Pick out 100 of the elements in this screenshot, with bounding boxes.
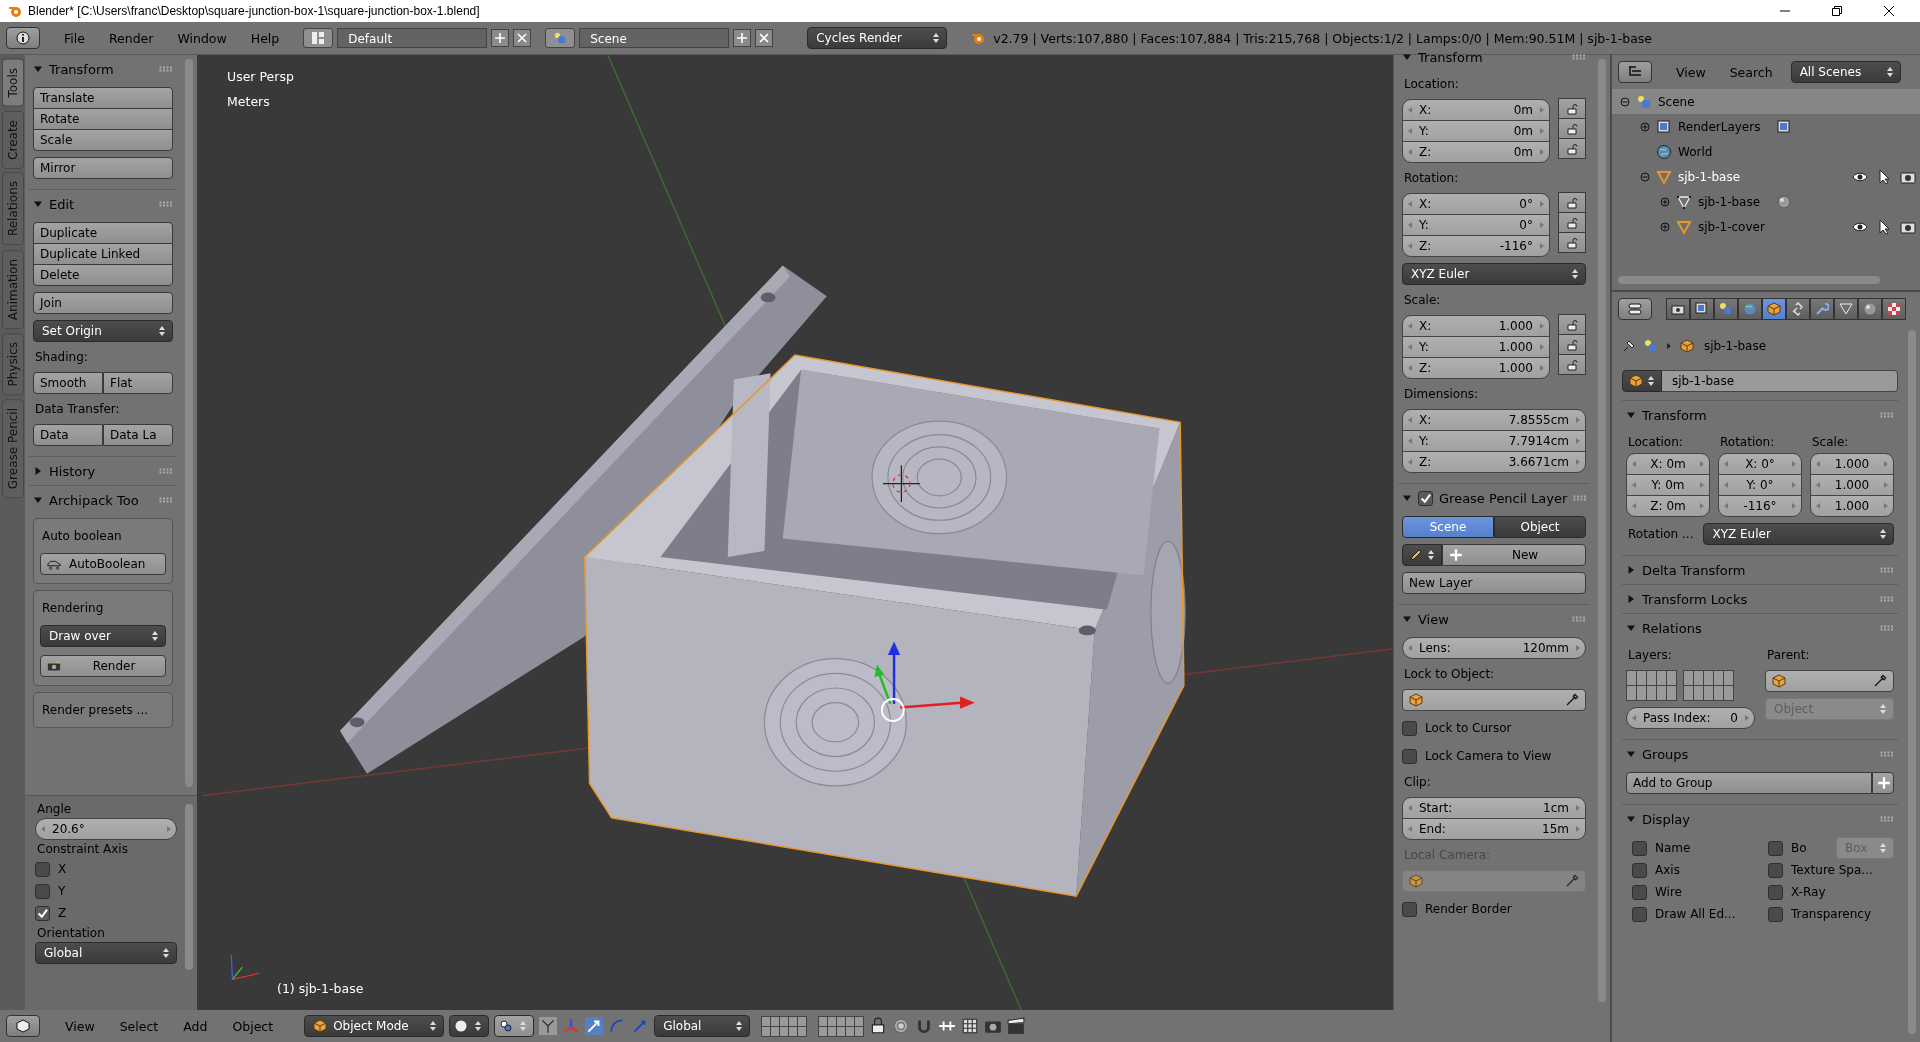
plus-icon[interactable]	[733, 29, 752, 47]
scrollbar[interactable]	[185, 804, 193, 970]
expand-toggle-icon[interactable]	[1660, 196, 1670, 207]
number-field[interactable]: 1.000	[1810, 474, 1894, 496]
disclosure-triangle-icon[interactable]	[1402, 493, 1412, 503]
properties-tab[interactable]	[1786, 298, 1810, 320]
checkbox-label[interactable]: Name	[1655, 841, 1691, 855]
number-field[interactable]: Y: 7.7914cm	[1402, 430, 1586, 452]
scrollbar[interactable]	[1598, 59, 1606, 1002]
properties-tab[interactable]	[1858, 298, 1882, 320]
disclosure-triangle-icon[interactable]	[1626, 623, 1636, 633]
panel-title[interactable]: Transform Locks	[1642, 591, 1874, 607]
add-button[interactable]	[1872, 772, 1894, 794]
add-to-group-button[interactable]: Add to Group	[1626, 772, 1872, 794]
checkbox[interactable]	[1418, 490, 1433, 506]
layer-grid[interactable]	[1683, 670, 1734, 701]
pin-icon[interactable]	[1622, 339, 1636, 353]
number-field[interactable]: Start: 1cm	[1402, 797, 1586, 819]
checkbox-label[interactable]: Wire	[1655, 885, 1682, 899]
number-field[interactable]: Y: 0°	[1718, 474, 1802, 496]
checkbox[interactable]	[1632, 840, 1647, 856]
tool-shelf-tab[interactable]: Create	[1, 110, 24, 169]
editor-type-button[interactable]	[6, 1015, 40, 1037]
panel-title[interactable]: Edit	[49, 196, 153, 212]
menu-item[interactable]: View	[55, 1018, 105, 1034]
number-field[interactable]: 1.000	[1810, 495, 1894, 517]
editor-type-button[interactable]	[1618, 61, 1652, 83]
render-button[interactable]: Render	[40, 655, 166, 677]
new-button[interactable]: New	[1442, 544, 1586, 566]
properties-tab[interactable]	[1738, 298, 1762, 320]
tool-shelf-tab[interactable]: Relations	[1, 172, 24, 246]
dropdown-menu[interactable]: XYZ Euler	[1703, 523, 1894, 545]
properties-tab[interactable]	[1882, 298, 1906, 320]
disclosure-triangle-icon[interactable]	[1402, 52, 1412, 62]
drag-grip-icon[interactable]	[159, 497, 173, 503]
lock-toggle[interactable]	[1558, 118, 1586, 139]
tool-button[interactable]: Flat	[103, 372, 173, 394]
drag-grip-icon[interactable]	[159, 201, 173, 207]
tool-button[interactable]: Data La	[103, 424, 173, 446]
drag-grip-icon[interactable]	[1572, 54, 1586, 60]
close-icon[interactable]	[513, 29, 532, 47]
checkbox-label[interactable]: X-Ray	[1791, 885, 1826, 899]
clapperboard-icon[interactable]	[1007, 1017, 1026, 1035]
scrollbar[interactable]	[185, 59, 193, 787]
material-sphere-icon[interactable]	[1776, 193, 1793, 210]
expand-toggle-icon[interactable]	[1620, 96, 1630, 107]
tool-button[interactable]: Data	[33, 424, 103, 446]
outliner-item-name[interactable]: sjb-1-base	[1678, 169, 1741, 184]
disclosure-triangle-icon[interactable]	[33, 64, 43, 74]
panel-title[interactable]: Groups	[1642, 746, 1874, 762]
checkbox-label[interactable]: Z	[58, 906, 67, 920]
close-icon[interactable]	[755, 29, 774, 47]
proportional-edit-icon[interactable]	[892, 1017, 911, 1035]
checkbox-label[interactable]: Render Border	[1425, 902, 1512, 916]
outliner-row[interactable]: sjb-1-cover	[1652, 214, 1920, 239]
panel-title[interactable]: Archipack Too	[49, 492, 153, 508]
toggle-tab[interactable]: Scene	[1402, 516, 1494, 538]
object-name-field[interactable]: sjb-1-base	[1662, 370, 1898, 392]
drag-grip-icon[interactable]	[159, 66, 173, 72]
menu-item[interactable]: Search	[1719, 64, 1783, 80]
plus-icon[interactable]	[491, 29, 510, 47]
checkbox-label[interactable]: Axis	[1655, 863, 1680, 877]
shading-dropdown[interactable]	[449, 1015, 490, 1037]
drag-grip-icon[interactable]	[1572, 616, 1586, 622]
number-field[interactable]: Z: 3.6671cm	[1402, 451, 1586, 473]
panel-title[interactable]: Transform	[49, 61, 153, 77]
number-field[interactable]: Y: 0m	[1626, 474, 1710, 496]
menu-item[interactable]: View	[1666, 64, 1716, 80]
properties-tab[interactable]	[1834, 298, 1858, 320]
scrollbar[interactable]	[1908, 330, 1916, 1034]
lock-toggle[interactable]	[1558, 192, 1586, 213]
outliner-row[interactable]: Scene	[1612, 89, 1920, 114]
eyedropper-icon[interactable]	[1565, 693, 1579, 707]
disclosure-triangle-icon[interactable]	[1402, 614, 1412, 624]
tool-shelf-tab[interactable]: Tools	[1, 59, 24, 107]
outliner-item-name[interactable]: sjb-1-base	[1698, 194, 1761, 209]
tool-button[interactable]: Rotate	[33, 108, 173, 130]
dropdown-menu[interactable]: Set Origin	[33, 320, 173, 342]
dropdown-menu[interactable]: Global	[35, 942, 177, 964]
checkbox-label[interactable]: Texture Spa...	[1791, 863, 1873, 877]
number-field[interactable]: Z: -116°	[1402, 235, 1550, 257]
toggle-tab[interactable]: Object	[1494, 516, 1586, 538]
number-field[interactable]: X: 7.8555cm	[1402, 409, 1586, 431]
drag-grip-icon[interactable]	[1880, 625, 1894, 631]
checkbox[interactable]	[1768, 906, 1783, 922]
disclosure-triangle-icon[interactable]	[1626, 565, 1636, 575]
tool-button[interactable]: Duplicate	[33, 222, 173, 244]
checkbox-label[interactable]: Lock to Cursor	[1425, 721, 1512, 735]
mode-dropdown[interactable]: Object Mode	[304, 1015, 445, 1037]
outliner-row[interactable]: World	[1632, 139, 1920, 164]
number-field[interactable]: Y: 0°	[1402, 214, 1550, 236]
properties-tab[interactable]	[1762, 298, 1786, 320]
drag-grip-icon[interactable]	[1880, 596, 1894, 602]
checkbox-label[interactable]: Transparency	[1791, 907, 1872, 921]
cursor-arrow-icon[interactable]	[1876, 168, 1892, 185]
eyedropper-icon[interactable]	[1873, 674, 1887, 688]
disclosure-triangle-icon[interactable]	[1626, 749, 1636, 759]
layer-grid[interactable]	[1626, 670, 1677, 701]
object-picker-field[interactable]	[1765, 670, 1894, 692]
expand-toggle-icon[interactable]	[1660, 221, 1670, 232]
